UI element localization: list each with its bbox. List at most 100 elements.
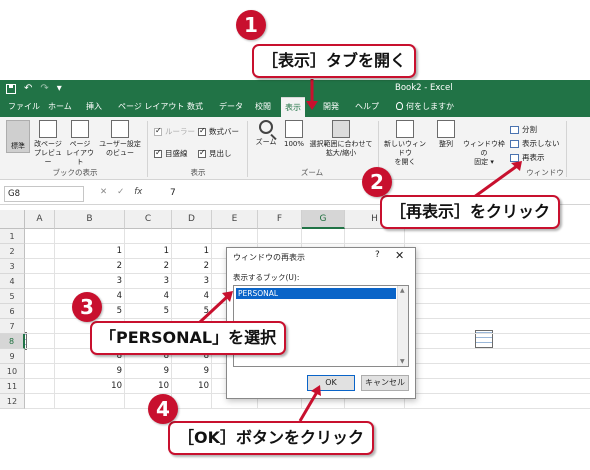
page-layout-label-2: レイアウト [66,149,94,166]
cell-b10[interactable]: 9 [55,364,125,379]
step-badge-1: 1 [236,10,266,40]
column-header-e[interactable]: E [212,210,258,229]
cell-c11[interactable]: 10 [125,379,172,394]
scroll-up-icon[interactable]: ▲ [400,287,405,294]
tab-file[interactable]: ファイル [4,97,44,117]
page-break-preview-button[interactable]: 改ページ プレビュー [33,120,63,167]
column-header-c[interactable]: C [125,210,172,229]
help-icon[interactable]: ? [375,250,380,260]
new-window-button[interactable]: 新しいウィンドウ を開く [381,120,429,167]
hide-button[interactable]: 表示しない [510,138,560,149]
customize-qat-icon[interactable]: ▾ [57,82,62,95]
cancel-button[interactable]: キャンセル [361,375,409,391]
tell-me-search[interactable]: 何をしますか [392,97,458,117]
tab-help[interactable]: ヘルプ [351,97,383,117]
tab-page-layout[interactable]: ページ レイアウト [114,97,188,117]
split-button[interactable]: 分割 [510,124,537,135]
unhide-icon [510,153,519,162]
group-label-show: 表示 [190,168,206,177]
row-header-6[interactable]: 6 [0,304,25,319]
row-header-2[interactable]: 2 [0,244,25,259]
redo-icon[interactable]: ↷ [40,82,48,95]
ok-button[interactable]: OK [307,375,355,391]
row-header-9[interactable]: 9 [0,349,25,364]
headings-checkbox-box [198,148,206,158]
formula-bar-checkbox[interactable]: 数式バー [198,126,239,137]
cell-b3[interactable]: 2 [55,259,125,274]
cancel-icon[interactable]: ✕ [100,187,107,197]
tab-insert[interactable]: 挿入 [82,97,106,117]
cell-c10[interactable]: 9 [125,364,172,379]
cell-d2[interactable]: 1 [172,244,212,259]
tab-formulas[interactable]: 数式 [183,97,207,117]
cell-c2[interactable]: 1 [125,244,172,259]
headings-checkbox[interactable]: 見出し [198,148,232,159]
normal-view-button[interactable]: 標準 [6,120,30,350]
arrange-all-button[interactable]: 整列 [434,120,458,149]
scroll-down-icon[interactable]: ▼ [400,358,405,365]
row-header-4[interactable]: 4 [0,274,25,289]
page-layout-label-1: ページ [69,140,91,148]
column-header-d[interactable]: D [172,210,212,229]
ribbon: 標準 改ページ プレビュー ページ レイアウト ユーザー設定 のビュー ブックの… [0,117,590,350]
step-badge-2: 2 [362,167,392,197]
cell-c6[interactable]: 5 [125,304,172,319]
undo-icon[interactable]: ↶ [24,82,32,95]
cell-b11[interactable]: 10 [55,379,125,394]
cell-b2[interactable]: 1 [55,244,125,259]
column-header-g[interactable]: G [302,210,345,229]
zoom-to-selection-icon [332,120,350,138]
group-separator [566,121,567,177]
cell-d10[interactable]: 9 [172,364,212,379]
zoom-selection-label-2: 拡大/縮小 [325,149,357,157]
row-header-8[interactable]: 8 [0,334,25,349]
new-window-label-1: 新しいウィンドウ [384,140,426,157]
hide-icon [510,139,519,148]
name-box[interactable]: G8 [4,186,84,202]
zoom-to-selection-button[interactable]: 選択範囲に合わせて 拡大/縮小 [308,120,374,158]
tab-home[interactable]: ホーム [44,97,76,117]
cell-d3[interactable]: 2 [172,259,212,274]
row-header-7[interactable]: 7 [0,319,25,334]
column-header-f[interactable]: F [258,210,302,229]
cell-c5[interactable]: 4 [125,289,172,304]
row-header-3[interactable]: 3 [0,259,25,274]
enter-icon[interactable]: ✓ [117,187,124,197]
book-list-label: 表示するブック(U): [233,273,300,282]
listbox-scrollbar[interactable]: ▲ ▼ [397,286,408,366]
row-header-1[interactable]: 1 [0,229,25,244]
insert-function-icon[interactable]: fx [134,187,142,197]
unhide-button[interactable]: 再表示 [510,152,545,163]
formula-input[interactable]: 7 [170,188,176,198]
save-icon[interactable] [6,83,16,94]
column-header-a[interactable]: A [25,210,55,229]
cell-d4[interactable]: 3 [172,274,212,289]
zoom-100-label: 100% [283,140,304,148]
custom-views-button[interactable]: ユーザー設定 のビュー [97,120,143,158]
list-item-personal[interactable]: PERSONAL [236,288,396,299]
cell-c3[interactable]: 2 [125,259,172,274]
row-header-5[interactable]: 5 [0,289,25,304]
close-icon[interactable]: ✕ [395,249,404,262]
cell-d11[interactable]: 10 [172,379,212,394]
cell-d5[interactable]: 4 [172,289,212,304]
zoom-100-button[interactable]: 100% [282,120,306,149]
cell-d6[interactable]: 5 [172,304,212,319]
tab-data[interactable]: データ [215,97,247,117]
row-header-11[interactable]: 11 [0,379,25,394]
freeze-panes-button[interactable]: ウィンドウ枠の 固定 ▾ [462,120,506,348]
row-header-10[interactable]: 10 [0,364,25,379]
cell-b4[interactable]: 3 [55,274,125,289]
select-all-corner[interactable] [0,210,25,229]
group-label-window: ウィンドウ [526,168,564,177]
tab-view[interactable]: 表示 [281,97,305,118]
column-gridline [54,229,55,409]
tab-developer[interactable]: 開発 [319,97,343,117]
zoom-button[interactable]: ズーム [254,120,278,147]
column-header-b[interactable]: B [55,210,125,229]
cell-c4[interactable]: 3 [125,274,172,289]
tab-review[interactable]: 校閲 [251,97,275,117]
row-header-12[interactable]: 12 [0,394,25,409]
page-layout-view-button[interactable]: ページ レイアウト [64,120,96,167]
gridlines-checkbox[interactable]: 目盛線 [154,148,188,159]
